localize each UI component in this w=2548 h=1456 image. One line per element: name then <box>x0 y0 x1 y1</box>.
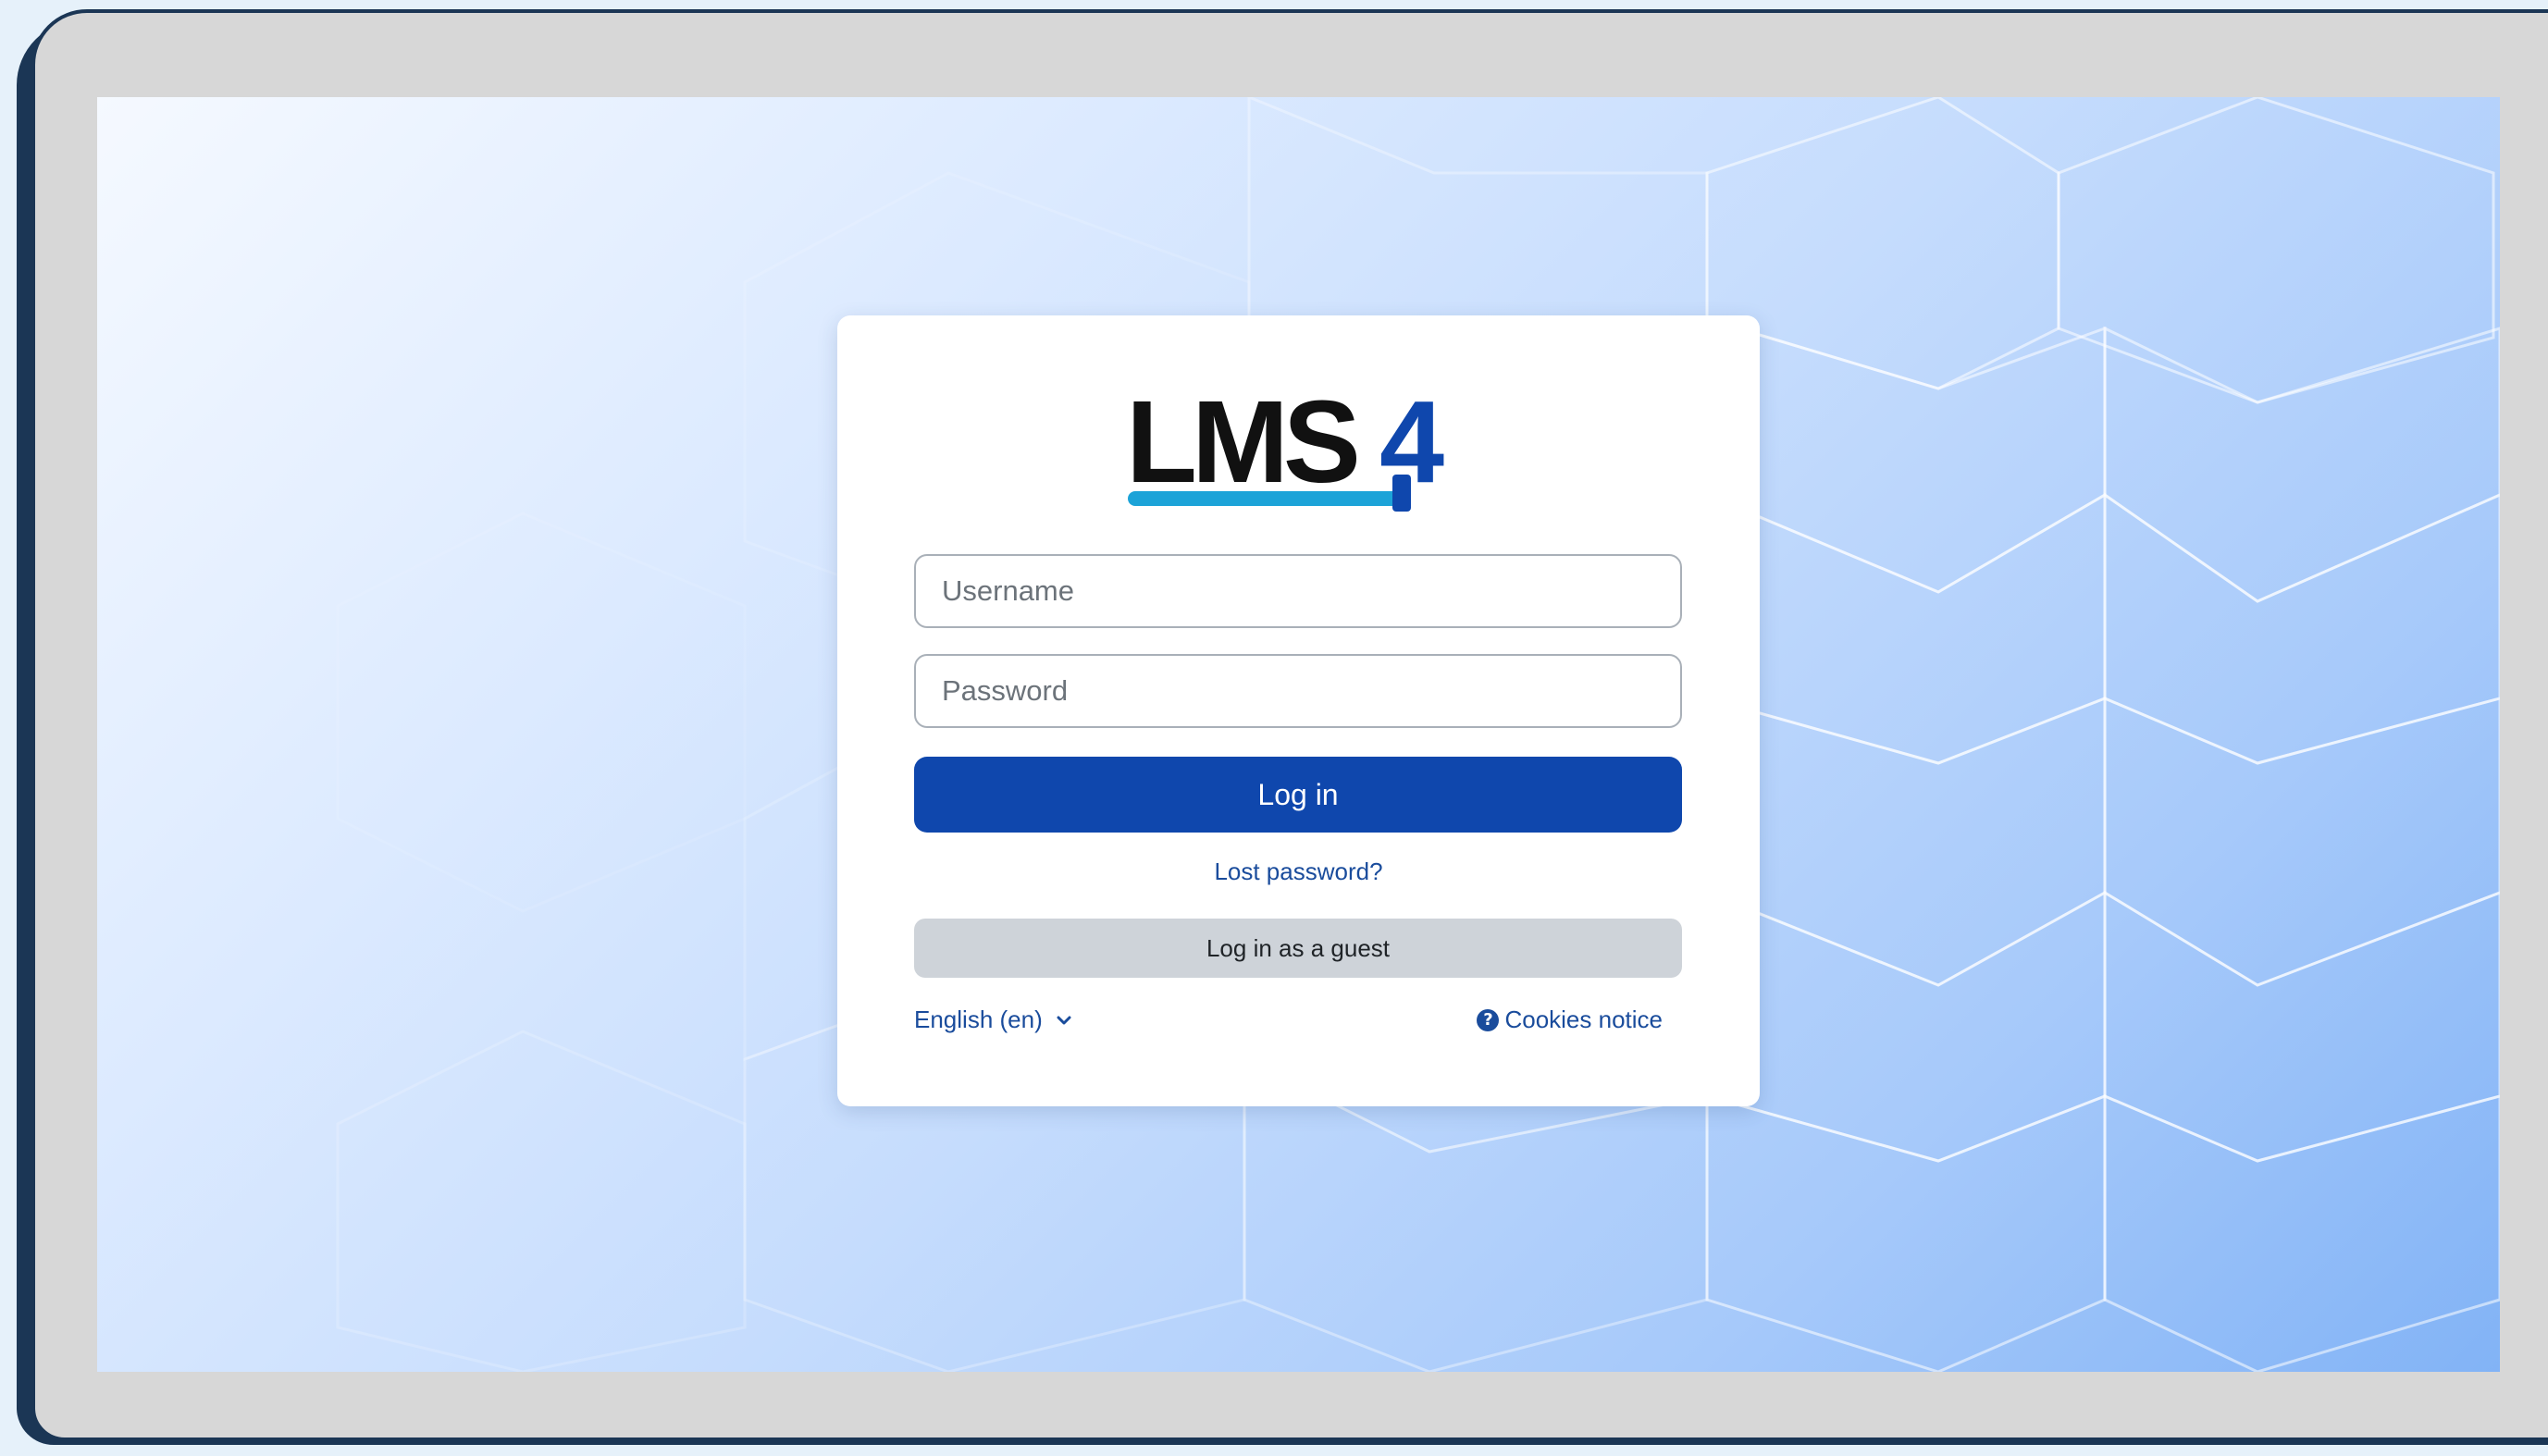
logo-text-four: 4 <box>1379 378 1444 507</box>
login-screen: LMS 4 Log in Lost password? Log in as a … <box>97 97 2500 1372</box>
question-circle-icon: ? <box>1477 1008 1500 1031</box>
logo-underline <box>1128 491 1405 506</box>
logo-underline-hook <box>1392 475 1411 512</box>
lms4-logo: LMS 4 <box>1126 378 1444 512</box>
language-selector[interactable]: English (en) <box>914 1006 1072 1034</box>
password-input[interactable] <box>914 654 1682 728</box>
cookies-notice-label: Cookies notice <box>1504 1006 1663 1033</box>
login-button[interactable]: Log in <box>914 757 1682 833</box>
language-label: English (en) <box>914 1006 1043 1033</box>
chevron-down-icon <box>1057 1016 1071 1024</box>
login-card: LMS 4 Log in Lost password? Log in as a … <box>837 315 1760 1106</box>
logo-text-lms: LMS <box>1126 378 1357 507</box>
lost-password-link[interactable]: Lost password? <box>837 858 1760 886</box>
cookies-notice-link[interactable]: ? Cookies notice <box>1477 1006 1663 1034</box>
username-input[interactable] <box>914 554 1682 628</box>
page: LMS 4 Log in Lost password? Log in as a … <box>0 0 2548 1456</box>
guest-login-button[interactable]: Log in as a guest <box>914 919 1682 978</box>
